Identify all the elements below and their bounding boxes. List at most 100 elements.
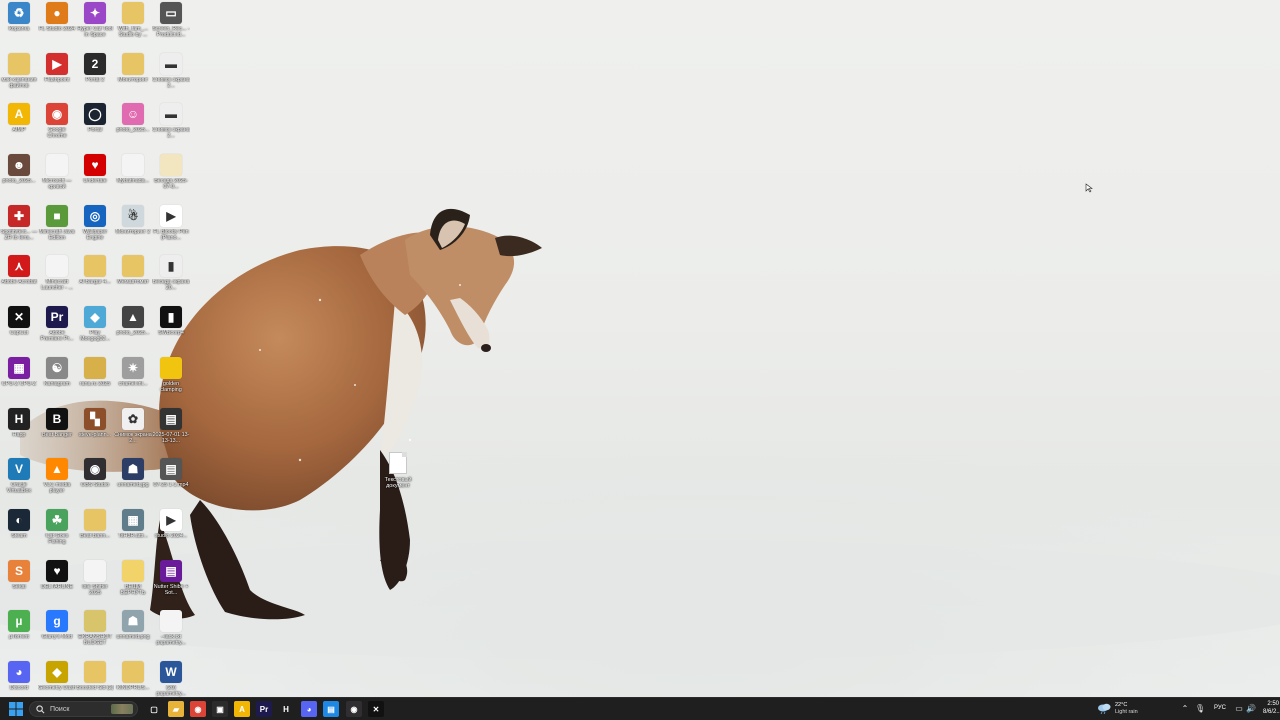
app-icon: ☺: [122, 103, 144, 126]
desktop-icon[interactable]: Beat Bann...: [76, 507, 114, 558]
desktop-icon[interactable]: Mybatinada...: [114, 152, 152, 203]
desktop-icon[interactable]: ♥ Undertale: [76, 152, 114, 203]
desktop-icon[interactable]: rana.ru 2025: [76, 355, 114, 406]
desktop-icon[interactable]: Minecraft Launcher - ...: [38, 253, 76, 304]
desktop-icon[interactable]: ▦ CPU-Z CPU-Z: [0, 355, 38, 406]
desktop-icon[interactable]: ⋏ Adobe Acrobat: [0, 253, 38, 304]
desktop-icon[interactable]: ◐ Steam: [0, 507, 38, 558]
desktop-icon[interactable]: ☃ Мониторинг 2: [114, 203, 152, 254]
desktop-icon[interactable]: Мемавтомат: [114, 253, 152, 304]
desktop-icon[interactable]: ♻ Корзина: [0, 0, 38, 51]
desktop-icon[interactable]: H Happ: [0, 406, 38, 457]
desktop-icon[interactable]: ✿ Снимок экрана 2...: [114, 406, 152, 457]
desktop-icon[interactable]: ▚ steve-plann...: [76, 406, 114, 457]
desktop-icon[interactable]: ▲ VLC media player: [38, 456, 76, 507]
desktop-icon[interactable]: ■ Minecraft Java Edition: [38, 203, 76, 254]
desktop-icon-label: DELTARUNE: [41, 583, 73, 590]
desktop-icon[interactable]: ▶ Flashpoint: [38, 51, 76, 102]
desktop-icon[interactable]: ◆ Play Mongog02...: [76, 304, 114, 355]
desktop-icon[interactable]: Беседа 2025-07-0...: [152, 152, 190, 203]
app-icon: ▦: [122, 508, 144, 531]
desktop-icon-label: Мониторинг 2: [115, 228, 151, 235]
weather-widget[interactable]: 22°C Light rain: [1097, 701, 1157, 717]
desktop-icon[interactable]: ♥ DELTARUNE: [38, 558, 76, 609]
desktop-icon[interactable]: ✷ chamel.lnl...: [114, 355, 152, 406]
desktop-icon[interactable]: ◎ Wallpaper Engine: [76, 203, 114, 254]
desktop-icon[interactable]: ◉ Google Chrome: [38, 101, 76, 152]
desktop-icon[interactable]: golden clamping: [152, 355, 190, 406]
windows-start-icon[interactable]: [9, 702, 23, 716]
app-icon: [8, 52, 30, 75]
obs-taskbar-icon[interactable]: ◉: [346, 701, 362, 717]
desktop-icon-label: AIMP: [12, 127, 26, 134]
capcut-taskbar-icon[interactable]: ✕: [368, 701, 384, 717]
desktop-icon[interactable]: V Oracle VirtualBox: [0, 456, 38, 507]
desktop-icon[interactable]: ✚ Spotifytext... — ZR to lens...: [0, 203, 38, 254]
desktop-icon[interactable]: S Sekai: [0, 558, 38, 609]
app-icon: µ: [8, 610, 30, 633]
desktop-icon[interactable]: ▤ 07-25 1-1.mp4: [152, 456, 190, 507]
desktop-icon[interactable]: ▮ SWBcorp4: [152, 304, 190, 355]
explorer-taskbar-icon[interactable]: ▰: [168, 701, 184, 717]
desktop-icon[interactable]: ▲ photo_2025...: [114, 304, 152, 355]
desktop-icon[interactable]: ☗ unnamed.png: [114, 608, 152, 659]
app-icon: [122, 52, 144, 75]
desktop-icon[interactable]: µ µTorrent: [0, 608, 38, 659]
desktop-icon[interactable]: ☯ Kanlagram: [38, 355, 76, 406]
desktop-icon[interactable]: g Glarry's Mod: [38, 608, 76, 659]
desktop-icon[interactable]: ВЕЩИ ВЕРНУТЬ: [114, 558, 152, 609]
taskbar-search-box[interactable]: Поиск: [29, 701, 138, 717]
network-icon[interactable]: ▭: [1234, 704, 1244, 714]
desktop-icon[interactable]: ☺ photo_2025...: [114, 101, 152, 152]
app-icon: ▶: [160, 508, 182, 531]
desktop-icon[interactable]: мэй кампания файлов: [0, 51, 38, 102]
desktop-icon[interactable]: With_fam_... Studio by ...: [114, 0, 152, 51]
app-icon: [46, 154, 68, 177]
desktop-icon[interactable]: ☘ Cat Goes Fishing: [38, 507, 76, 558]
desktop-icon[interactable]: --lack.txt papametry...: [152, 608, 190, 659]
desktop-icon[interactable]: ▬ Снимок экрана 2...: [152, 101, 190, 152]
desktop-icon[interactable]: ✦ Hyper Cat Tool in Space: [76, 0, 114, 51]
aimp-taskbar-icon[interactable]: A: [234, 701, 250, 717]
app-icon: ◆: [84, 306, 106, 329]
discord-app-taskbar-icon[interactable]: ◕: [301, 701, 317, 717]
desktop-icon[interactable]: ▤ 2025-07-01 13-13-13...: [152, 406, 190, 457]
desktop-icon[interactable]: ▮ Беседа экрана 20...: [152, 253, 190, 304]
premiere-taskbar-icon[interactable]: Pr: [256, 701, 272, 717]
microphone-icon[interactable]: 🎙: [1195, 704, 1205, 714]
chevron-up-icon[interactable]: ⌃: [1180, 704, 1190, 714]
desktop-icon[interactable]: EKRANSHOT BUDGET: [76, 608, 114, 659]
desktop-icon[interactable]: Microsoft — кривой: [38, 152, 76, 203]
desktop-icon[interactable]: ▦ TsH3R.attr...: [114, 507, 152, 558]
system-clock[interactable]: 2:50 8/6/2...: [1263, 700, 1280, 716]
app-icon: 2: [84, 52, 106, 75]
desktop-icon[interactable]: ▤ Nutter Shibe + Sot...: [152, 558, 190, 609]
desktop-icon[interactable]: Мониторинг: [114, 51, 152, 102]
text-document-icon[interactable]: Текстовый документ: [376, 452, 420, 490]
docs-taskbar-icon[interactable]: ▤: [323, 701, 339, 717]
desktop-icon[interactable]: ◯ Portal: [76, 101, 114, 152]
desktop-icon[interactable]: ▶ studio 2024...: [152, 507, 190, 558]
taskview-taskbar-icon[interactable]: ▢: [146, 701, 162, 717]
desktop-icon[interactable]: ☻ photo_2025...: [0, 152, 38, 203]
document-file-icon: [389, 452, 407, 474]
desktop-icon[interactable]: Pr Adobe Premiere Pr...: [38, 304, 76, 355]
desktop-icon[interactable]: ▬ Снимок экрана 2...: [152, 51, 190, 102]
store-taskbar-icon[interactable]: ▣: [212, 701, 228, 717]
desktop-icon[interactable]: ◉ OBS Studio: [76, 456, 114, 507]
desktop-icon[interactable]: ▭ Screen_Rec... - Product.ld...: [152, 0, 190, 51]
desktop-icon-label: Undertale: [83, 178, 107, 185]
desktop-icon[interactable]: ● FL Studio 2024: [38, 0, 76, 51]
volume-icon[interactable]: 🔊: [1246, 704, 1256, 714]
desktop-icon[interactable]: Isle Shifter 2025: [76, 558, 114, 609]
language-indicator[interactable]: РУС: [1214, 705, 1226, 711]
desktop-icon[interactable]: ✕ CapCut: [0, 304, 38, 355]
desktop-icon[interactable]: 2 Portal 2: [76, 51, 114, 102]
chrome-taskbar-icon[interactable]: ◉: [190, 701, 206, 717]
desktop-icon[interactable]: Al Bargar 4...: [76, 253, 114, 304]
desktop-icon[interactable]: B Beat Banger: [38, 406, 76, 457]
desktop-icon[interactable]: ▶ FL Bloody Pen (Piano...: [152, 203, 190, 254]
happ-taskbar-icon[interactable]: H: [278, 701, 294, 717]
desktop-icon[interactable]: ☗ unnamed.jpg: [114, 456, 152, 507]
desktop-icon[interactable]: A AIMP: [0, 101, 38, 152]
